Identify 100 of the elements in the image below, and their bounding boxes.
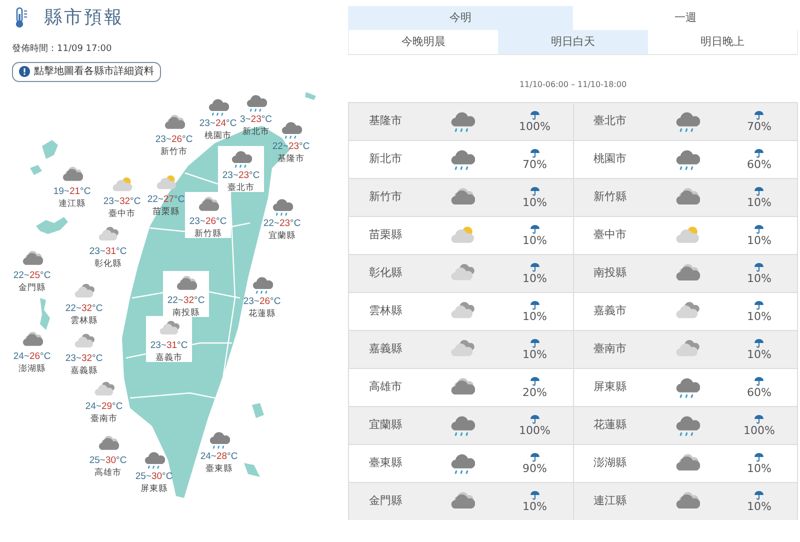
rain-cloud-icon (251, 276, 273, 294)
county-name[interactable]: 金門縣 (18, 282, 46, 292)
county-name[interactable]: 新竹縣 (194, 228, 222, 238)
umbrella-icon (754, 338, 764, 348)
temperature-range: 22~25°C (13, 270, 51, 281)
rain-cloud-icon (271, 198, 293, 216)
period-range: 11/10-06:00 – 11/10-18:00 (518, 79, 628, 91)
sun-cloud-icon (111, 176, 133, 194)
rain-cloud-icon (674, 415, 700, 436)
county-name[interactable]: 高雄市 (94, 466, 122, 477)
county-name[interactable]: 新竹市 (160, 146, 188, 156)
umbrella-icon (530, 262, 540, 272)
temperature-range: 22~32°C (65, 302, 103, 314)
county-name[interactable]: 新竹市 (369, 190, 402, 204)
rain-probability: 10% (522, 310, 547, 323)
rain-probability: 10% (747, 272, 772, 285)
county-name[interactable]: 宜蘭縣 (268, 230, 296, 240)
county-name[interactable]: 基隆市 (278, 152, 304, 163)
umbrella-icon (530, 338, 540, 348)
county-name[interactable]: 高雄市 (369, 380, 402, 394)
county-name[interactable]: 臺南市 (594, 342, 626, 356)
rain-probability: 10% (747, 348, 772, 361)
temperature-range: 24~26°C (13, 350, 51, 362)
island-shape (42, 140, 58, 159)
umbrella-icon (754, 452, 764, 462)
cloud-icon (97, 435, 119, 453)
county-name[interactable]: 嘉義市 (594, 304, 626, 318)
county-name[interactable]: 臺中市 (108, 208, 136, 218)
county-name[interactable]: 屏東縣 (140, 482, 168, 493)
island-shape (30, 165, 42, 175)
cloud-icon (197, 196, 219, 214)
umbrella-icon (530, 224, 540, 234)
county-name[interactable]: 花蓮縣 (594, 418, 626, 432)
temperature-range: 23~23°C (222, 170, 260, 181)
island-shape (305, 92, 316, 100)
county-name[interactable]: 臺北市 (594, 114, 626, 128)
county-name[interactable]: 南投縣 (594, 266, 626, 280)
county-name[interactable]: 臺南市 (90, 412, 118, 423)
county-name[interactable]: 新北市 (369, 152, 402, 166)
rain-cloud-icon (674, 377, 700, 398)
county-name[interactable]: 基隆市 (369, 114, 402, 128)
rain-probability: 10% (522, 500, 547, 513)
county-name[interactable]: 苗栗縣 (369, 228, 402, 242)
rain-probability: 10% (522, 348, 547, 361)
rain-probability: 60% (747, 158, 772, 171)
page-title: 縣市預報 (44, 6, 124, 30)
rain-probability: 100% (744, 424, 775, 437)
umbrella-icon (530, 414, 540, 424)
county-name[interactable]: 連江縣 (594, 494, 626, 508)
rain-cloud-icon (449, 453, 475, 474)
county-name[interactable]: 彰化縣 (94, 258, 122, 268)
rain-probability: 10% (747, 196, 772, 209)
county-name[interactable]: 雲林縣 (369, 304, 402, 318)
county-name[interactable]: 臺東縣 (369, 456, 402, 470)
county-name[interactable]: 花蓮縣 (248, 308, 276, 318)
island-shape (252, 403, 264, 418)
umbrella-icon (530, 490, 540, 500)
thermometer-icon (14, 6, 28, 28)
county-name[interactable]: 澎湖縣 (594, 456, 626, 470)
county-name[interactable]: 金門縣 (369, 494, 402, 508)
cloud-icon (21, 250, 43, 268)
county-name[interactable]: 屏東縣 (594, 380, 626, 394)
county-name[interactable]: 宜蘭縣 (369, 418, 402, 432)
tab[interactable]: 明日白天 (498, 30, 648, 54)
county-name[interactable]: 桃園市 (594, 152, 626, 166)
map-hint-button[interactable]: 點擊地圖看各縣市詳細資料 (12, 62, 161, 82)
umbrella-icon (754, 110, 764, 120)
county-name[interactable]: 嘉義縣 (369, 342, 402, 356)
rain-probability: 10% (747, 462, 772, 475)
temperature-range: 19~21°C (53, 186, 91, 197)
county-name[interactable]: 澎湖縣 (18, 362, 46, 373)
temperature-range: 23~31°C (150, 340, 188, 351)
county-name[interactable]: 桃園市 (204, 130, 232, 140)
county-name[interactable]: 嘉義縣 (70, 364, 98, 375)
island-shape (244, 463, 260, 477)
county-name[interactable]: 新竹縣 (594, 190, 626, 204)
county-name[interactable]: 臺中市 (594, 228, 626, 242)
county-name[interactable]: 雲林縣 (70, 314, 98, 325)
info-icon (19, 66, 30, 77)
rain-cloud-icon (449, 415, 475, 436)
umbrella-icon (754, 148, 764, 158)
rain-cloud-icon (245, 94, 267, 112)
cloud-icon (21, 331, 43, 349)
tab[interactable]: 今明 (348, 6, 573, 30)
county-name[interactable]: 彰化縣 (369, 266, 402, 280)
umbrella-icon (530, 376, 540, 386)
temperature-range: 22~23°C (272, 140, 310, 152)
temperature-range: 24~29°C (85, 400, 123, 412)
umbrella-icon (530, 148, 540, 158)
umbrella-icon (754, 224, 764, 234)
rain-cloud-icon (674, 111, 700, 132)
county-name[interactable]: 連江縣 (58, 198, 86, 208)
county-name[interactable]: 臺北市 (228, 182, 254, 192)
rain-probability: 20% (522, 386, 547, 399)
county-name[interactable]: 嘉義市 (156, 352, 182, 362)
temperature-range: 23~32°C (65, 352, 103, 364)
county-name[interactable]: 南投縣 (172, 306, 200, 317)
county-name[interactable]: 臺東縣 (206, 462, 232, 473)
rain-probability: 10% (522, 196, 547, 209)
umbrella-icon (754, 262, 764, 272)
